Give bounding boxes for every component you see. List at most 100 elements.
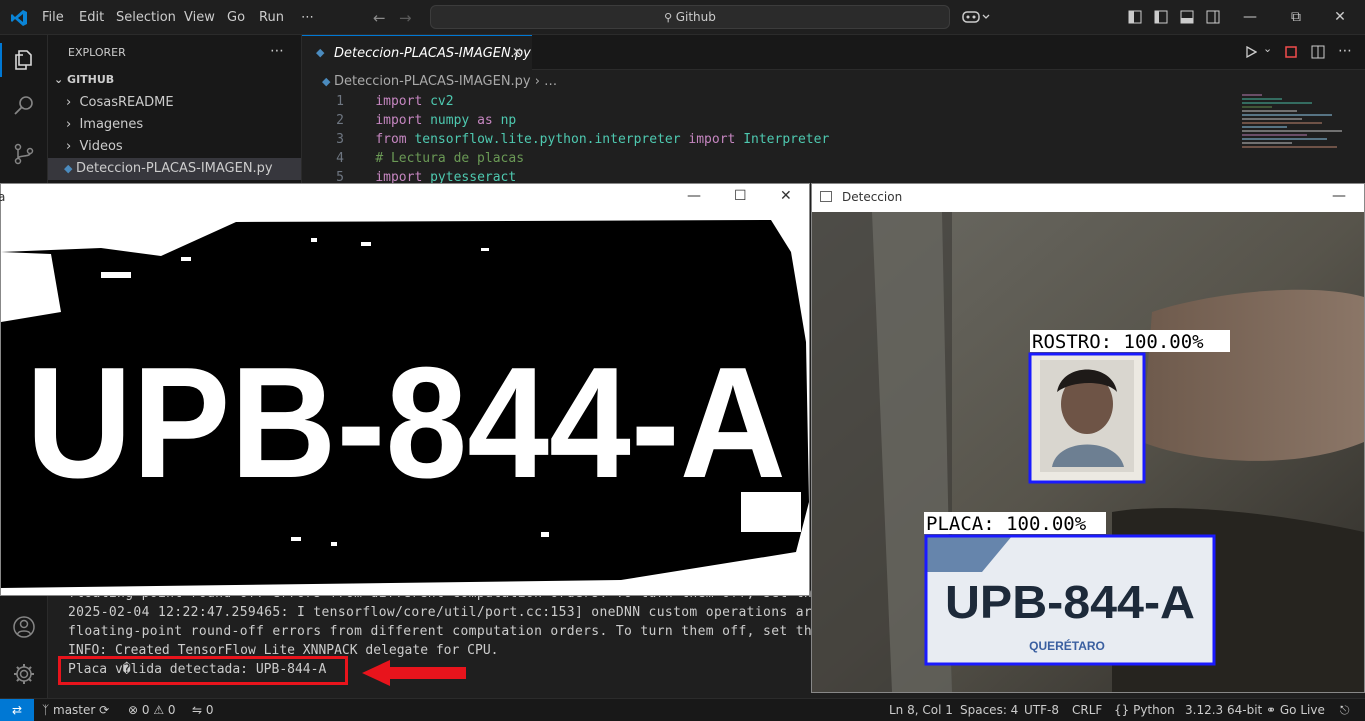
tab-deteccion-py[interactable]: ◆ Deteccion-PLACAS-IMAGEN.py ✕ — [302, 35, 532, 70]
toggle-secondary-sidebar-icon[interactable] — [1206, 10, 1220, 24]
placa-window[interactable]: a — ☐ ✕ UPB-844-A — [0, 183, 810, 596]
stop-icon[interactable] — [1285, 46, 1297, 58]
menu-selection[interactable]: Selection — [116, 0, 176, 35]
folder-github[interactable]: ⌄ GITHUB — [54, 73, 114, 86]
end-of-line[interactable]: CRLF — [1072, 699, 1102, 721]
split-editor-icon[interactable] — [1311, 45, 1325, 59]
encoding[interactable]: UTF-8 — [1024, 699, 1059, 721]
editor-more-icon[interactable]: ⋯ — [1338, 43, 1352, 59]
restore-icon[interactable]: ⧉ — [1276, 0, 1316, 35]
line-number: 1 — [336, 94, 344, 109]
deteccion-window[interactable]: Deteccion — ROSTRO: 100.00% UPB-844-A QU… — [811, 183, 1365, 693]
cursor-position[interactable]: Ln 8, Col 1 — [889, 699, 953, 721]
chevron-down-icon: ⌄ — [54, 73, 68, 86]
binarized-plate-image: UPB-844-A — [1, 212, 809, 595]
python-interpreter[interactable]: 3.12.3 64-bit — [1185, 699, 1262, 721]
command-center-search[interactable]: ⚲ Github — [430, 5, 950, 29]
camera-feed-image: ROSTRO: 100.00% UPB-844-A QUERÉTARO PLAC… — [812, 212, 1364, 692]
run-python-icon[interactable] — [1245, 46, 1257, 58]
chevron-right-icon: › — [66, 95, 80, 110]
line-number: 4 — [336, 151, 344, 166]
code-editor[interactable]: ◆ Deteccion-PLACAS-IMAGEN.py › … 1 impor… — [302, 70, 1365, 185]
account-icon[interactable] — [12, 615, 36, 639]
menu-edit[interactable]: Edit — [79, 0, 104, 35]
toggle-primary-sidebar-icon[interactable] — [1154, 10, 1168, 24]
explorer-more-icon[interactable]: ⋯ — [270, 43, 284, 59]
braces-icon: {} — [1114, 703, 1134, 717]
tree-item-deteccion-py[interactable]: ◆ Deteccion-PLACAS-IMAGEN.py — [64, 161, 273, 176]
minimap[interactable] — [1242, 92, 1352, 182]
source-control-icon[interactable] — [12, 142, 36, 166]
minimize-icon[interactable]: — — [1230, 0, 1270, 35]
placa-close-icon[interactable]: ✕ — [780, 188, 792, 204]
line-number: 3 — [336, 132, 344, 147]
terminal-line: 2025-02-04 12:22:47.259465: I tensorflow… — [68, 605, 821, 620]
code-token: import — [375, 113, 431, 128]
search-view-icon[interactable] — [12, 94, 36, 118]
ports-icon: ⇋ — [192, 703, 206, 717]
toggle-panel-icon[interactable] — [1180, 10, 1194, 24]
menu-run[interactable]: Run — [259, 0, 284, 35]
manage-gear-icon[interactable] — [12, 662, 36, 686]
code-token: Interpreter — [743, 132, 830, 147]
app-window-icon — [820, 191, 832, 202]
back-arrow-icon[interactable]: ← — [373, 9, 386, 27]
menu-go[interactable]: Go — [227, 0, 245, 35]
breadcrumb-chevron-icon: › — [530, 74, 545, 89]
status-bar: ⇄ ᛉ master ⟳ ⊗ 0 ⚠ 0 ⇋ 0 Ln 8, Col 1 Spa… — [0, 698, 1365, 721]
tab-label: Deteccion-PLACAS-IMAGEN.py — [334, 46, 531, 61]
tree-item-cosasreadme[interactable]: › CosasREADME — [66, 95, 174, 110]
title-bar: File Edit Selection View Go Run ⋯ ← → ⚲ … — [0, 0, 1365, 35]
placa-window-titlebar: a — ☐ ✕ — [0, 184, 809, 212]
broadcast-icon: ⚭ — [1266, 703, 1280, 717]
customize-layout-icon[interactable] — [1128, 10, 1142, 24]
face-detection-label: ROSTRO: 100.00% — [1032, 331, 1204, 353]
remote-indicator-icon[interactable]: ⇄ — [0, 699, 34, 721]
line-number: 2 — [336, 113, 344, 128]
run-dropdown-icon[interactable]: ⌄ — [1263, 42, 1272, 55]
code-token: # Lectura de placas — [375, 151, 525, 166]
code-token: as — [469, 113, 501, 128]
git-branch[interactable]: ᛉ master ⟳ — [42, 699, 109, 721]
search-icon: ⚲ — [664, 11, 676, 24]
forward-arrow-icon[interactable]: → — [399, 9, 412, 27]
menu-more[interactable]: ⋯ — [301, 0, 314, 35]
deteccion-minimize-icon[interactable]: — — [1332, 188, 1346, 204]
python-file-icon: ◆ — [64, 162, 76, 175]
active-indicator — [0, 43, 2, 77]
tree-item-videos[interactable]: › Videos — [66, 139, 123, 154]
breadcrumb: ◆ Deteccion-PLACAS-IMAGEN.py › … — [322, 74, 557, 89]
plate-photo-text: UPB-844-A — [945, 576, 1195, 628]
annotation-red-box — [58, 656, 348, 685]
tree-item-imagenes[interactable]: › Imagenes — [66, 117, 143, 132]
vscode-logo-icon[interactable] — [10, 9, 28, 27]
tab-close-icon[interactable]: ✕ — [512, 45, 522, 59]
go-live[interactable]: ⚭ Go Live — [1266, 699, 1325, 721]
placa-maximize-icon[interactable]: ☐ — [734, 188, 747, 204]
terminal-line: floating-point round-off errors from dif… — [68, 624, 821, 639]
search-label: Github — [675, 10, 716, 24]
code-token: cv2 — [430, 94, 454, 109]
code-line: 1 import cv2 — [302, 92, 1222, 111]
chevron-right-icon: › — [66, 117, 80, 132]
ports-indicator[interactable]: ⇋ 0 — [192, 699, 214, 721]
menu-view[interactable]: View — [184, 0, 215, 35]
problems-indicator[interactable]: ⊗ 0 ⚠ 0 — [128, 699, 176, 721]
notifications-bell-icon[interactable]: ⎋ — [1340, 699, 1350, 721]
language-mode[interactable]: {} Python — [1114, 699, 1175, 721]
copilot-icon[interactable] — [962, 10, 990, 24]
code-line: 2 import numpy as np — [302, 111, 1222, 130]
close-icon[interactable]: ✕ — [1320, 0, 1360, 35]
explorer-icon[interactable] — [12, 48, 36, 72]
annotation-red-arrow-icon — [362, 660, 466, 686]
indentation[interactable]: Spaces: 4 — [960, 699, 1018, 721]
breadcrumb-file[interactable]: Deteccion-PLACAS-IMAGEN.py — [334, 74, 531, 89]
placa-window-title: a — [0, 190, 6, 204]
explorer-sidebar: EXPLORER ⋯ ⌄ GITHUB › CosasREADME › Imag… — [48, 35, 302, 185]
menu-file[interactable]: File — [42, 0, 64, 35]
placa-minimize-icon[interactable]: — — [687, 188, 701, 204]
code-token: import — [375, 94, 431, 109]
plate-detection-label: PLACA: 100.00% — [926, 513, 1087, 535]
breadcrumb-more[interactable]: … — [544, 74, 557, 89]
code-token: from — [375, 132, 415, 147]
